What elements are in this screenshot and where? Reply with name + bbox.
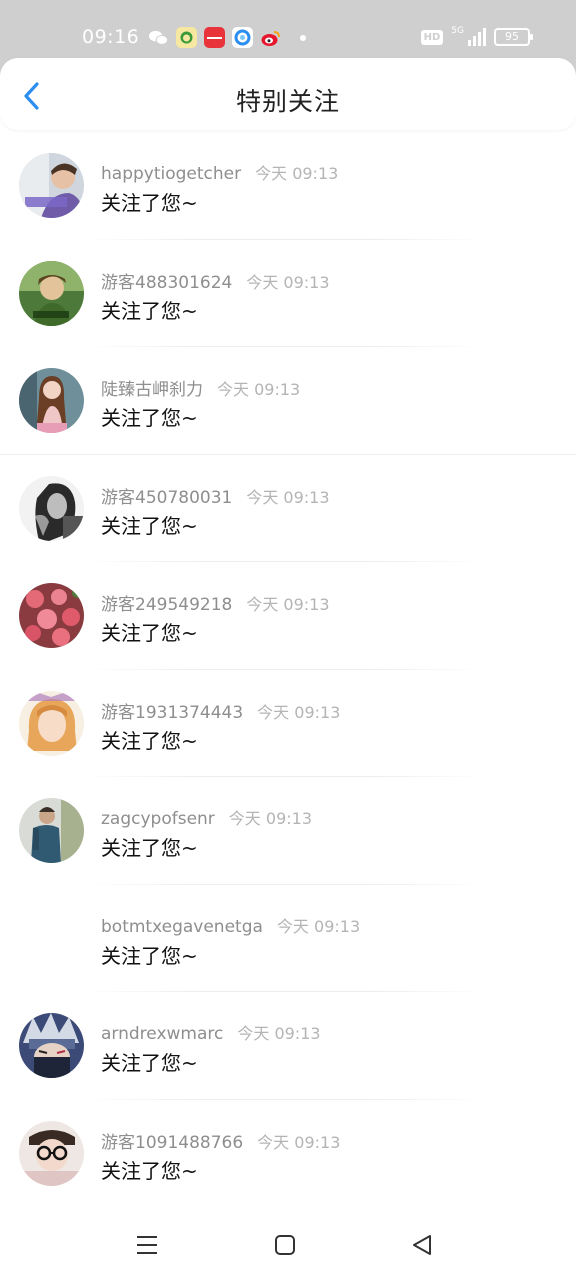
back-nav-button[interactable] — [409, 1232, 435, 1258]
signal-icon — [468, 28, 486, 46]
list-item[interactable]: arndrexwmarc 今天 09:13 关注了您~ — [0, 992, 576, 1100]
item-header: 陡臻古岬刹力 今天 09:13 — [101, 375, 300, 400]
message-text: 关注了您~ — [101, 943, 198, 968]
item-header: 游客450780031 今天 09:13 — [101, 483, 330, 508]
message-text: 关注了您~ — [101, 406, 198, 430]
avatar[interactable] — [19, 153, 84, 218]
user-name[interactable]: 游客450780031 — [101, 488, 232, 508]
message-text: 关注了您~ — [101, 298, 198, 323]
list-item[interactable]: 游客450780031 今天 09:13 关注了您~ — [0, 455, 576, 562]
item-header: zagcypofsenr 今天 09:13 — [101, 805, 312, 829]
avatar[interactable] — [19, 475, 84, 541]
item-header: 游客488301624 今天 09:13 — [101, 268, 330, 293]
user-name[interactable]: 游客249549218 — [101, 595, 232, 615]
message-text: 关注了您~ — [101, 513, 198, 538]
follow-list: happytiogetcher 今天 09:13 关注了您~ 游客48830162… — [0, 132, 576, 1207]
home-button[interactable] — [272, 1232, 298, 1258]
list-item[interactable]: 游客1091488766 今天 09:13 关注了您~ — [0, 1100, 576, 1208]
user-name[interactable]: zagcypofsenr — [101, 809, 215, 829]
hd-badge: HD — [420, 29, 444, 45]
qq-browser-icon — [232, 27, 253, 48]
system-navigation-bar — [0, 1206, 576, 1280]
item-header: botmtxegavenetga 今天 09:13 — [101, 913, 360, 937]
timestamp: 今天 09:13 — [257, 702, 341, 722]
user-name[interactable]: 陡臻古岬刹力 — [101, 380, 203, 400]
avatar[interactable] — [19, 798, 84, 863]
user-name[interactable]: 游客488301624 — [101, 273, 232, 293]
network-type: 5G — [451, 26, 464, 36]
user-name[interactable]: 游客1931374443 — [101, 703, 243, 723]
list-item[interactable]: zagcypofsenr 今天 09:13 关注了您~ — [0, 777, 576, 885]
user-name[interactable]: happytiogetcher — [101, 164, 241, 184]
timestamp: 今天 09:13 — [228, 809, 312, 828]
home-square-icon — [275, 1235, 295, 1255]
wechat-icon — [148, 27, 169, 48]
timestamp: 今天 09:13 — [246, 595, 330, 614]
timestamp: 今天 09:13 — [246, 272, 330, 292]
meitu-icon — [176, 27, 197, 48]
list-item[interactable]: happytiogetcher 今天 09:13 关注了您~ — [0, 132, 576, 240]
battery-level: 95 — [505, 30, 519, 43]
list-item[interactable]: botmtxegavenetga 今天 09:13 关注了您~ — [0, 885, 576, 992]
list-item[interactable]: 游客249549218 今天 09:13 关注了您~ — [0, 562, 576, 670]
more-notifications-dot — [300, 34, 306, 41]
message-text: 关注了您~ — [101, 621, 198, 645]
list-item[interactable]: 陡臻古岬刹力 今天 09:13 关注了您~ — [0, 347, 576, 455]
menu-icon — [137, 1236, 157, 1254]
timestamp: 今天 09:13 — [255, 164, 339, 183]
item-header: 游客249549218 今天 09:13 — [101, 590, 330, 615]
item-header: 游客1931374443 今天 09:13 — [101, 698, 340, 723]
message-text: 关注了您~ — [101, 836, 198, 860]
item-header: arndrexwmarc 今天 09:13 — [101, 1020, 321, 1044]
avatar[interactable] — [19, 260, 84, 326]
avatar[interactable] — [19, 368, 84, 433]
timestamp: 今天 09:13 — [217, 380, 301, 399]
avatar[interactable] — [19, 1120, 84, 1186]
user-name[interactable]: arndrexwmarc — [101, 1024, 223, 1044]
item-header: happytiogetcher 今天 09:13 — [101, 160, 338, 184]
message-text: 关注了您~ — [101, 728, 198, 753]
timestamp: 今天 09:13 — [246, 487, 330, 507]
timestamp: 今天 09:13 — [257, 1132, 341, 1152]
xiaohongshu-icon — [204, 27, 225, 48]
user-name[interactable]: 游客1091488766 — [101, 1133, 243, 1153]
status-time: 09:16 — [82, 26, 140, 48]
list-item[interactable]: 游客1931374443 今天 09:13 关注了您~ — [0, 670, 576, 777]
message-text: 关注了您~ — [101, 1158, 198, 1183]
message-text: 关注了您~ — [101, 1051, 198, 1075]
timestamp: 今天 09:13 — [237, 1024, 321, 1043]
header: 特别关注 — [0, 58, 576, 130]
user-name[interactable]: botmtxegavenetga — [101, 917, 263, 937]
item-header: 游客1091488766 今天 09:13 — [101, 1128, 340, 1153]
timestamp: 今天 09:13 — [276, 916, 361, 936]
list-item[interactable]: 游客488301624 今天 09:13 关注了您~ — [0, 240, 576, 347]
system-icons: HD 5G 95 — [420, 26, 533, 46]
avatar[interactable] — [19, 1013, 84, 1078]
weibo-icon — [260, 27, 281, 48]
notification-icons — [148, 27, 306, 48]
back-triangle-icon — [413, 1235, 431, 1255]
message-text: 关注了您~ — [101, 191, 198, 215]
menu-button[interactable] — [134, 1232, 160, 1258]
avatar[interactable] — [19, 583, 84, 648]
page-title: 特别关注 — [235, 87, 340, 116]
avatar[interactable] — [19, 690, 84, 756]
battery-icon: 95 — [494, 28, 533, 46]
